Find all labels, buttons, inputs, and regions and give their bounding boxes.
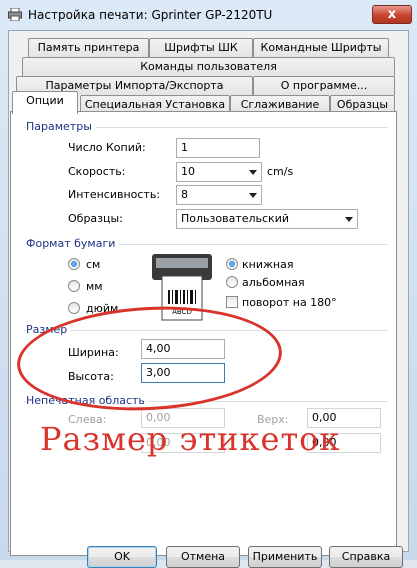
- speed-label: Скорость:: [68, 165, 126, 178]
- unit-inch-radio[interactable]: [68, 302, 80, 314]
- intensity-label: Интенсивность:: [68, 188, 161, 201]
- cancel-button[interactable]: Отмена: [166, 546, 240, 568]
- rotate-checkbox[interactable]: [226, 296, 238, 308]
- close-icon: x: [387, 7, 397, 22]
- rotate-label: поворот на 180°: [242, 296, 337, 309]
- speed-select[interactable]: 10: [176, 162, 262, 182]
- speed-unit: cm/s: [267, 165, 294, 178]
- samples-select[interactable]: Пользовательский: [176, 209, 358, 229]
- intensity-select[interactable]: 8: [176, 185, 262, 205]
- chevron-down-icon: [249, 170, 257, 175]
- samples-label: Образцы:: [68, 212, 123, 225]
- unit-cm-label: см: [86, 258, 101, 271]
- chevron-down-icon: [345, 217, 353, 222]
- paper-group-title: Формат бумаги: [26, 237, 120, 250]
- tab-user-commands[interactable]: Команды пользователя: [22, 57, 395, 76]
- unit-mm-radio[interactable]: [68, 280, 80, 292]
- landscape-radio[interactable]: [226, 276, 238, 288]
- portrait-label: книжная: [242, 258, 294, 271]
- speed-value: 10: [181, 165, 195, 178]
- tab-printer-memory[interactable]: Память принтера: [28, 38, 149, 57]
- samples-value: Пользовательский: [181, 212, 289, 225]
- close-button[interactable]: x: [372, 5, 412, 24]
- landscape-label: альбомная: [242, 276, 305, 289]
- unit-cm-radio[interactable]: [68, 258, 80, 270]
- printer-icon: [8, 8, 22, 21]
- tab-about[interactable]: О программе...: [253, 76, 395, 95]
- window-title: Настройка печати: Gprinter GP-2120TU: [28, 8, 273, 22]
- ok-button[interactable]: OK: [87, 546, 157, 568]
- params-group-title: Параметры: [26, 120, 96, 133]
- annotation-text: Размер этикеток: [40, 420, 341, 458]
- tab-barcode-fonts[interactable]: Шрифты ШК: [149, 38, 253, 57]
- print-settings-window: Настройка печати: Gprinter GP-2120TU x П…: [0, 0, 417, 568]
- unit-mm-label: мм: [86, 280, 103, 293]
- chevron-down-icon: [249, 193, 257, 198]
- intensity-value: 8: [181, 188, 188, 201]
- copies-label: Число Копий:: [68, 141, 146, 154]
- tab-command-fonts[interactable]: Командные Шрифты: [253, 38, 389, 57]
- help-button[interactable]: Справка: [329, 546, 403, 568]
- tab-options[interactable]: Опции: [12, 91, 78, 114]
- title-bar[interactable]: Настройка печати: Gprinter GP-2120TU x: [0, 0, 417, 30]
- copies-input[interactable]: 1: [176, 138, 260, 158]
- portrait-radio[interactable]: [226, 258, 238, 270]
- apply-button[interactable]: Применить: [248, 546, 322, 568]
